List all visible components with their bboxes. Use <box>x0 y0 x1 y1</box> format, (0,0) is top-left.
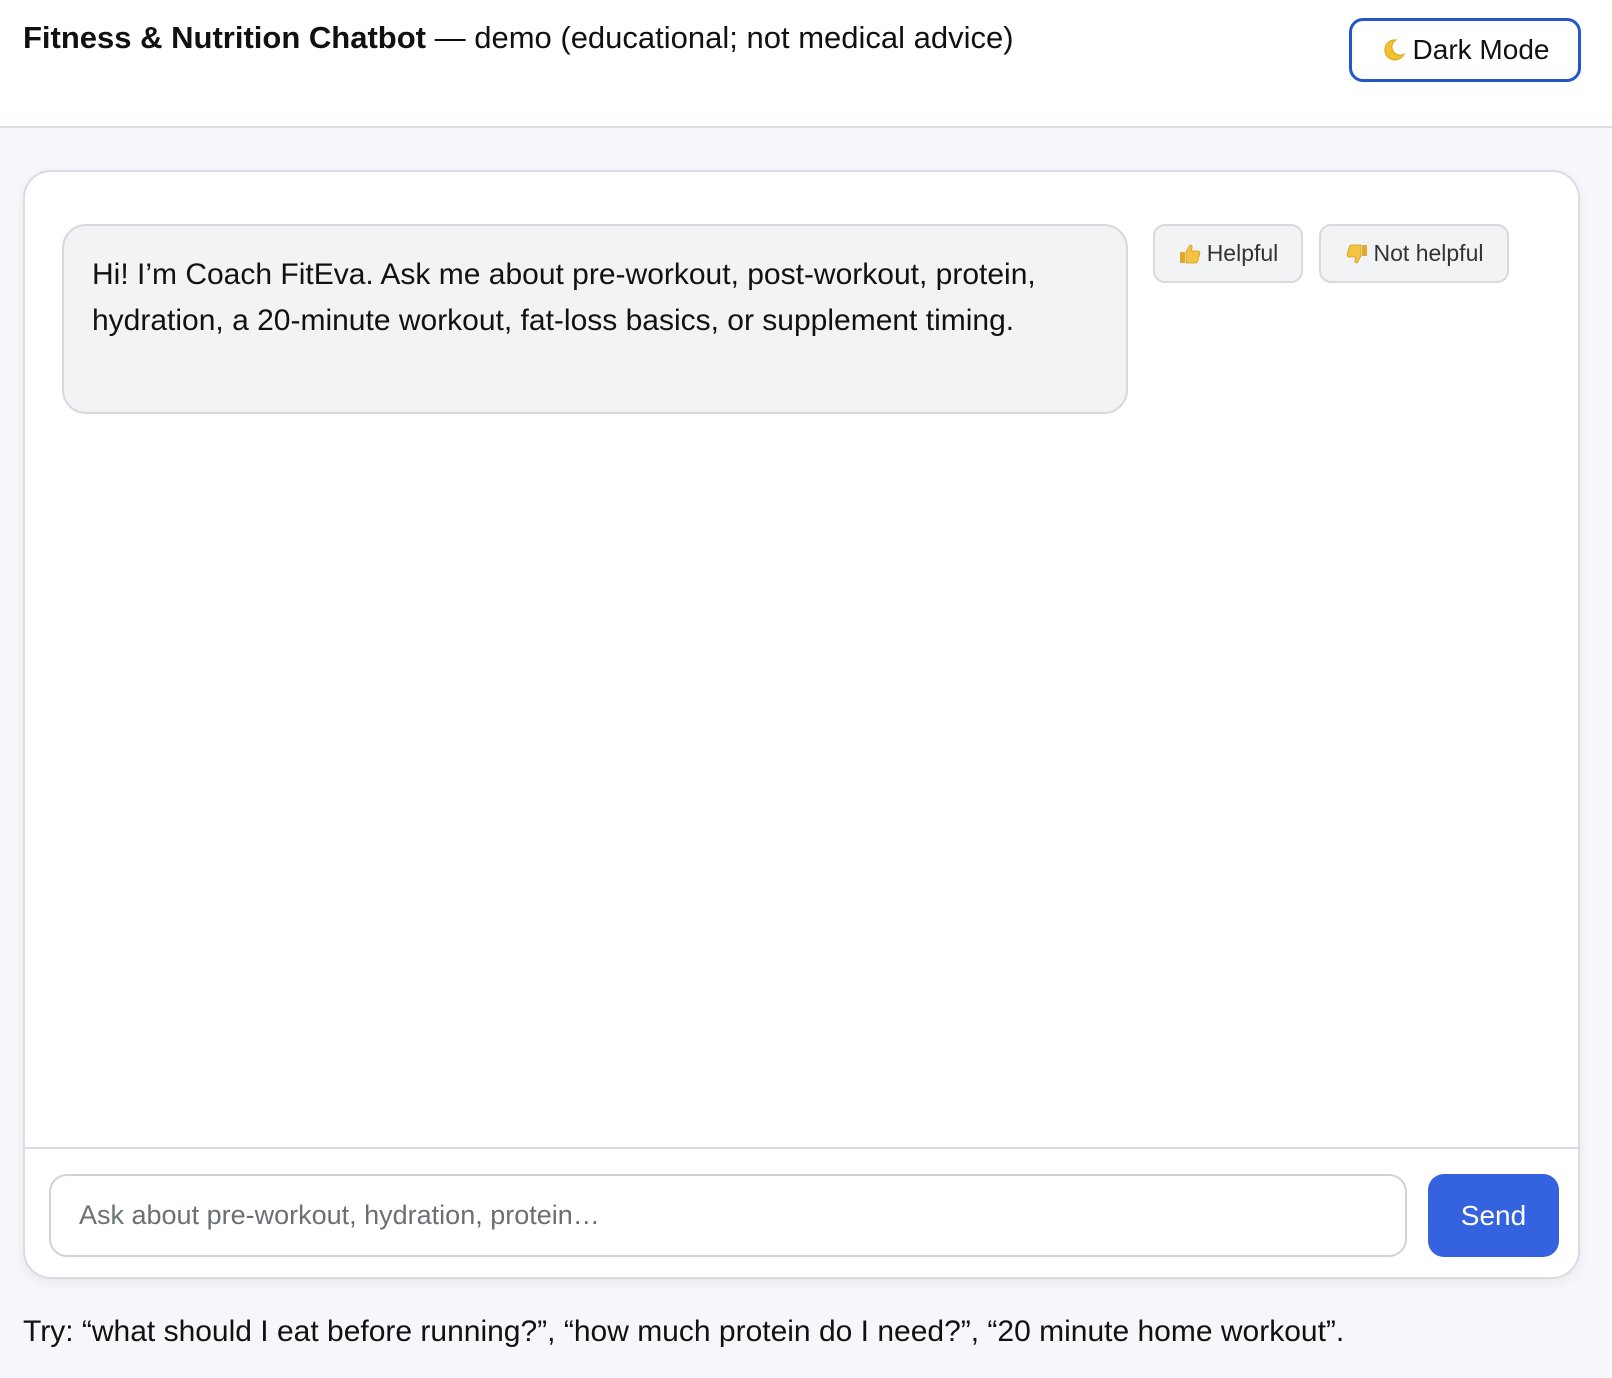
bot-message: Hi! I’m Coach FitEva. Ask me about pre-w… <box>62 224 1128 414</box>
app-brand: Fitness & Nutrition Chatbot <box>23 20 426 55</box>
thumbs-down-icon <box>1346 244 1367 263</box>
helpful-feedback-button[interactable]: Helpful <box>1153 224 1303 283</box>
app-subtitle: — demo (educational; not medical advice) <box>425 20 1014 55</box>
thumbs-up-icon <box>1179 244 1200 263</box>
app-header: Fitness & Nutrition Chatbot — demo (educ… <box>0 0 1612 128</box>
dark-mode-label: Dark Mode <box>1412 34 1550 65</box>
moon-icon <box>1383 39 1405 61</box>
chat-panel: Hi! I’m Coach FitEva. Ask me about pre-w… <box>23 170 1580 1279</box>
message-list: Hi! I’m Coach FitEva. Ask me about pre-w… <box>25 172 1578 1147</box>
helpful-label: Helpful <box>1206 240 1279 266</box>
message-composer: Send <box>25 1147 1578 1277</box>
chat-input[interactable] <box>49 1174 1407 1257</box>
dark-mode-toggle-button[interactable]: Dark Mode <box>1349 18 1581 82</box>
page-title: Fitness & Nutrition Chatbot — demo (educ… <box>23 18 1014 58</box>
example-prompts-hint: Try: “what should I eat before running?”… <box>23 1315 1345 1348</box>
not-helpful-label: Not helpful <box>1373 240 1484 266</box>
not-helpful-feedback-button[interactable]: Not helpful <box>1319 224 1509 283</box>
send-button[interactable]: Send <box>1428 1174 1559 1257</box>
